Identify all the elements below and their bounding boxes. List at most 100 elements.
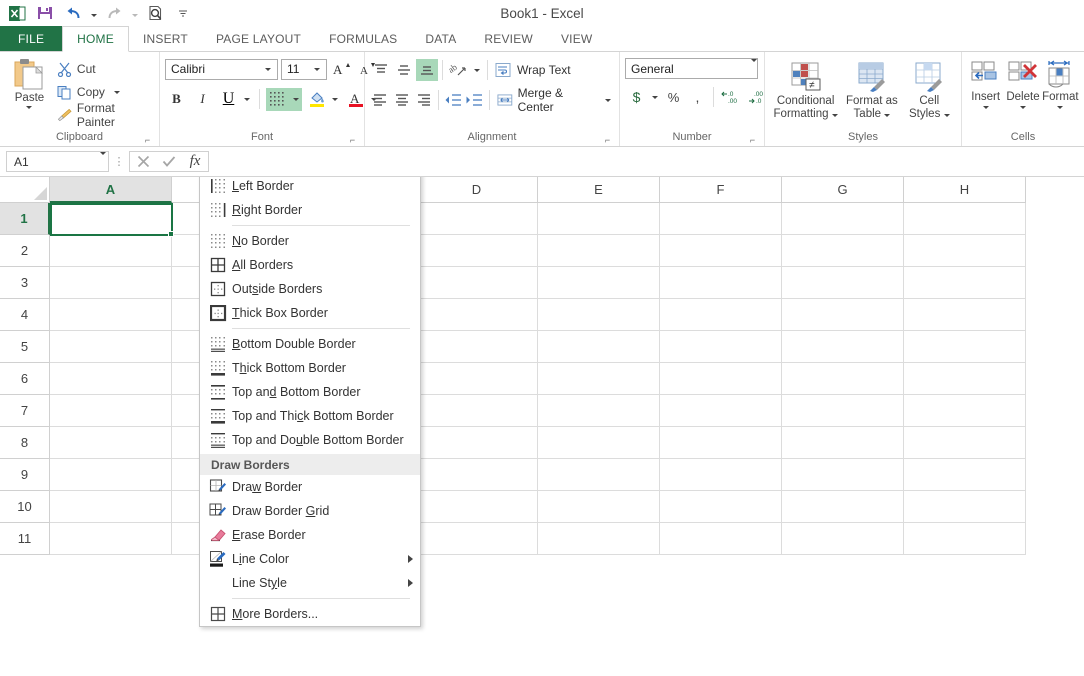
cell-d5[interactable] [416,331,538,363]
conditional-formatting-dropdown-icon[interactable] [832,114,838,117]
cell-h3[interactable] [904,267,1026,299]
font-name-combo[interactable]: Calibri [165,59,278,80]
cell-g6[interactable] [782,363,904,395]
cell-g9[interactable] [782,459,904,491]
paste-button[interactable]: Paste [5,55,54,109]
cell-g11[interactable] [782,523,904,555]
row-header-9[interactable]: 9 [0,459,50,491]
cell-e8[interactable] [538,427,660,459]
cell-a10[interactable] [50,491,172,523]
bold-button[interactable]: B [165,88,188,111]
menu-item-draw-border-grid[interactable]: Draw Border Grid [200,499,420,523]
cell-e6[interactable] [538,363,660,395]
menu-item-no-border[interactable]: No Border [200,229,420,253]
cell-e1[interactable] [538,203,660,235]
cell-d1[interactable] [416,203,538,235]
cell-f1[interactable] [660,203,782,235]
cell-e9[interactable] [538,459,660,491]
clipboard-dialog-launcher[interactable]: ⌐ [143,136,152,145]
row-header-1[interactable]: 1 [0,203,50,235]
alignment-dialog-launcher[interactable]: ⌐ [603,136,612,145]
copy-dropdown-icon[interactable] [114,91,120,94]
row-header-4[interactable]: 4 [0,299,50,331]
cell-h10[interactable] [904,491,1026,523]
borders-button[interactable] [266,88,302,111]
fill-color-button[interactable] [305,88,341,111]
cell-h8[interactable] [904,427,1026,459]
menu-item-bottom-double-border[interactable]: Bottom Double Border [200,332,420,356]
cell-d11[interactable] [416,523,538,555]
format-dropdown-icon[interactable] [1057,106,1063,109]
cell-f7[interactable] [660,395,782,427]
cell-f6[interactable] [660,363,782,395]
wrap-text-button[interactable]: Wrap Text [492,59,574,82]
percent-style-button[interactable]: % [662,86,685,109]
save-icon[interactable] [32,2,58,24]
menu-item-all-borders[interactable]: All Borders [200,253,420,277]
cancel-formula-button[interactable] [130,152,156,171]
tab-insert[interactable]: INSERT [129,26,202,51]
cell-d4[interactable] [416,299,538,331]
cell-e2[interactable] [538,235,660,267]
cell-e11[interactable] [538,523,660,555]
align-right-icon[interactable] [413,89,434,111]
cell-d7[interactable] [416,395,538,427]
cell-g5[interactable] [782,331,904,363]
format-cells-button[interactable]: Format [1042,57,1079,109]
menu-item-draw-border[interactable]: Draw Border [200,475,420,499]
cell-g8[interactable] [782,427,904,459]
cell-h4[interactable] [904,299,1026,331]
menu-item-top-and-double-bottom-border[interactable]: Top and Double Bottom Border [200,428,420,452]
cell-f5[interactable] [660,331,782,363]
cell-e10[interactable] [538,491,660,523]
format-as-table-dropdown-icon[interactable] [884,114,890,117]
align-left-icon[interactable] [370,89,391,111]
cut-button[interactable]: Cut [54,59,154,79]
menu-item-thick-bottom-border[interactable]: Thick Bottom Border [200,356,420,380]
format-as-table-button[interactable]: Format as Table [841,57,902,121]
menu-item-top-and-bottom-border[interactable]: Top and Bottom Border [200,380,420,404]
cell-a5[interactable] [50,331,172,363]
tab-view[interactable]: VIEW [547,26,606,51]
underline-dropdown-icon[interactable] [240,88,253,111]
undo-icon[interactable] [60,2,86,24]
cell-g7[interactable] [782,395,904,427]
cell-a2[interactable] [50,235,172,267]
row-header-2[interactable]: 2 [0,235,50,267]
menu-item-line-color[interactable]: Line Color [200,547,420,571]
tab-data[interactable]: DATA [411,26,470,51]
menu-item-left-border[interactable]: Left Border [200,177,420,198]
format-painter-button[interactable]: Format Painter [54,105,154,125]
cell-h2[interactable] [904,235,1026,267]
conditional-formatting-button[interactable]: ≠ Conditional Formatting [770,57,841,121]
menu-item-line-style[interactable]: Line Style [200,571,420,595]
cell-a3[interactable] [50,267,172,299]
font-name-dropdown-icon[interactable] [261,68,275,71]
copy-button[interactable]: Copy [54,82,154,102]
cell-e7[interactable] [538,395,660,427]
row-header-10[interactable]: 10 [0,491,50,523]
delete-dropdown-icon[interactable] [1020,106,1026,109]
comma-style-button[interactable]: , [686,86,709,109]
print-preview-icon[interactable] [142,2,168,24]
formula-bar-grip[interactable]: ⋮ [109,155,129,168]
column-header-f[interactable]: F [660,177,782,203]
borders-dropdown-icon[interactable] [289,88,302,111]
customize-qat-icon[interactable] [170,2,196,24]
cell-f9[interactable] [660,459,782,491]
italic-button[interactable]: I [191,88,214,111]
cell-d8[interactable] [416,427,538,459]
menu-item-right-border[interactable]: Right Border [200,198,420,222]
row-header-6[interactable]: 6 [0,363,50,395]
number-format-dropdown-icon[interactable] [751,62,757,76]
formula-input[interactable] [209,151,1078,172]
enter-formula-button[interactable] [156,152,182,171]
cell-a6[interactable] [50,363,172,395]
orientation-dropdown-icon[interactable] [470,59,483,82]
column-header-h[interactable]: H [904,177,1026,203]
menu-item-thick-box-border[interactable]: Thick Box Border [200,301,420,325]
cell-f4[interactable] [660,299,782,331]
cell-d10[interactable] [416,491,538,523]
cell-f8[interactable] [660,427,782,459]
font-size-combo[interactable]: 11 [281,59,327,80]
